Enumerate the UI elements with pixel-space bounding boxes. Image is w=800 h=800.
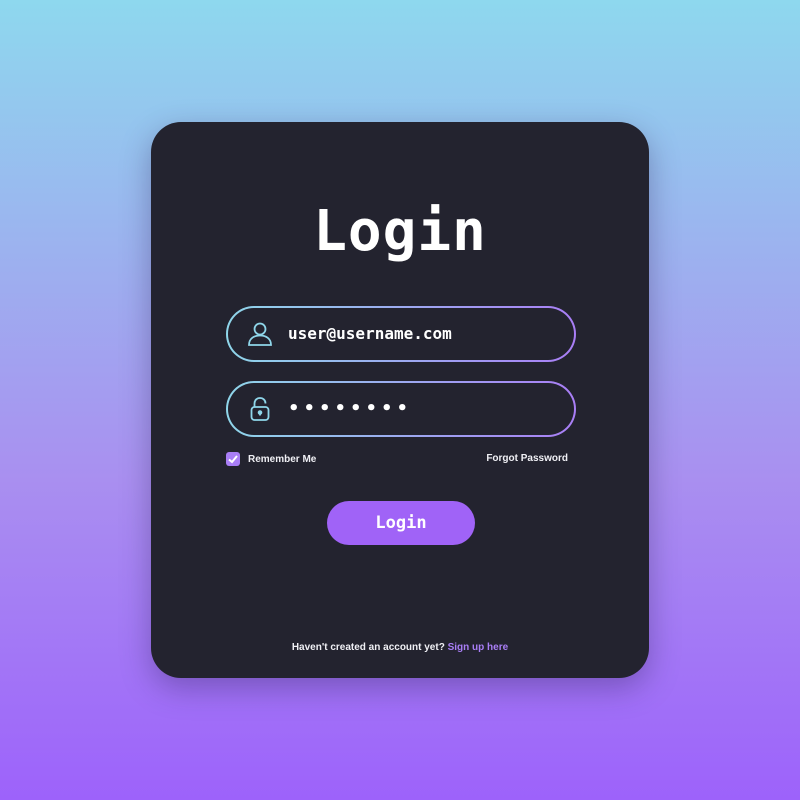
remember-me-label[interactable]: Remember Me [248,454,316,465]
lock-icon [246,395,274,423]
username-value[interactable]: user@username.com [288,308,452,360]
signup-prompt: Haven't created an account yet? Sign up … [151,642,649,653]
check-icon [228,455,238,464]
login-button[interactable]: Login [327,501,475,545]
remember-me-checkbox[interactable] [226,452,240,466]
forgot-password-link[interactable]: Forgot Password [486,452,568,466]
username-field-inner[interactable]: user@username.com [228,308,574,360]
password-value[interactable]: •••••••• [288,383,412,435]
username-field[interactable]: user@username.com [226,306,576,362]
signup-prompt-text: Haven't created an account yet? [291,642,445,653]
password-field[interactable]: •••••••• [226,381,576,437]
login-card: Login user@username.com •••••••• Remembe… [151,122,649,678]
page-title: Login [313,199,487,264]
password-field-inner[interactable]: •••••••• [228,383,574,435]
user-icon [246,320,274,348]
signup-link[interactable]: Sign up here [448,642,509,653]
remember-me[interactable]: Remember Me [226,451,316,467]
